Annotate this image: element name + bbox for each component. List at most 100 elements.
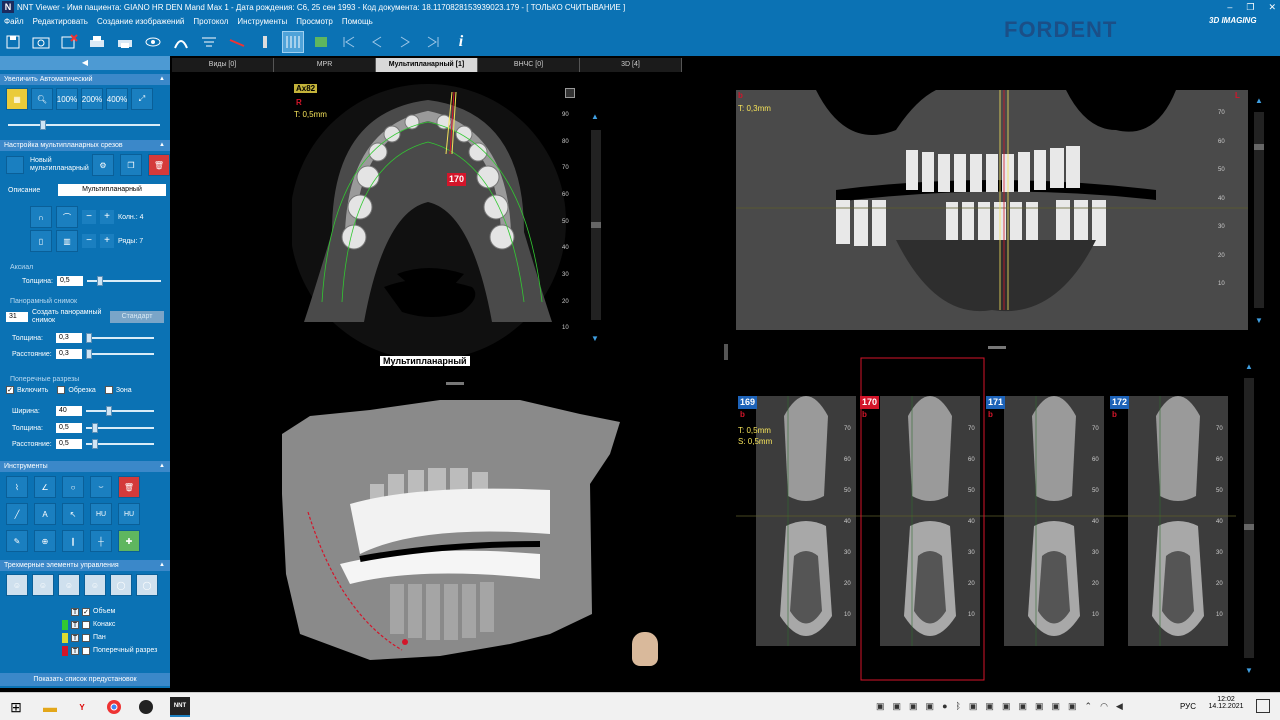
pan-distance-input[interactable]: 0,3 <box>56 349 82 359</box>
pan-scrollbar[interactable] <box>1254 112 1264 308</box>
axial-thickness-slider[interactable] <box>86 276 161 286</box>
notifications-icon[interactable] <box>1256 699 1270 713</box>
tray-icon-10[interactable]: ▣ <box>1035 701 1044 712</box>
head-bottom-icon[interactable]: ◯ <box>110 574 132 596</box>
zoom-400-button[interactable]: 400% <box>106 88 128 110</box>
pan-scroll-up[interactable]: ▲ <box>1254 96 1264 106</box>
chrome-icon[interactable] <box>104 697 124 717</box>
splitter-right[interactable] <box>988 346 1006 349</box>
cross-sections-view[interactable]: 169 b 70 60 50 40 30 20 10 170 b 70 60 50 40 30 20 10 171 b… <box>736 356 1236 682</box>
layer-row[interactable]: T Конакс <box>62 618 157 631</box>
tray-icon-2[interactable]: ▣ <box>893 701 902 712</box>
print-preview-icon[interactable] <box>114 31 136 53</box>
maximize-button[interactable]: ❐ <box>1246 0 1254 14</box>
zoom-fit-icon[interactable]: ⤢ <box>131 88 153 110</box>
axial-view[interactable]: Ax82 R T: 0,5mm 170 Мультипланарный 90 80… <box>292 82 584 372</box>
auto-zoom-icon[interactable]: ▦ <box>6 88 28 110</box>
hu-area-tool-icon[interactable]: HU <box>118 503 140 525</box>
axial-scroll-down[interactable]: ▼ <box>590 334 600 344</box>
save-icon[interactable] <box>2 31 24 53</box>
tab-3d[interactable]: 3D [4] <box>580 58 682 72</box>
pins-tool-icon[interactable]: ∥ <box>62 530 84 552</box>
cols-minus-button[interactable]: − <box>82 210 96 224</box>
menu-file[interactable]: Файл <box>4 17 24 26</box>
chevron-up-icon[interactable]: ⌃ <box>1085 701 1093 712</box>
new-mpr-icon[interactable] <box>6 156 24 174</box>
tray-icon-5[interactable]: ● <box>942 701 947 712</box>
tray-icon-9[interactable]: ▣ <box>1018 701 1027 712</box>
menu-help[interactable]: Помощь <box>342 17 373 26</box>
layer-text-toggle[interactable]: T <box>71 633 79 642</box>
zoom-icon[interactable]: 🔍︎ <box>31 88 53 110</box>
adjust-tool-icon[interactable]: ✎ <box>6 530 28 552</box>
head-front-icon[interactable]: ☺ <box>6 574 28 596</box>
controls3d-section-header[interactable]: Трехмерные элементы управления <box>0 560 170 571</box>
tray-icon-11[interactable]: ▣ <box>1051 701 1060 712</box>
zoom-slider[interactable] <box>8 120 160 130</box>
cross-distance-input[interactable]: 0,5 <box>56 439 82 449</box>
pan-thickness-input[interactable]: 0,3 <box>56 333 82 343</box>
multi-tooth-icon[interactable]: ▥ <box>56 230 78 252</box>
menu-edit[interactable]: Редактировать <box>33 17 88 26</box>
layer-text-toggle[interactable]: T <box>71 607 79 616</box>
menu-create-images[interactable]: Создание изображений <box>97 17 184 26</box>
head-right-icon[interactable]: ☺ <box>58 574 80 596</box>
axis-tool-icon[interactable]: ┼ <box>90 530 112 552</box>
print-icon[interactable] <box>86 31 108 53</box>
arch-shape-icon[interactable]: ∩ <box>30 206 52 228</box>
cross-slice-badge[interactable]: 170 <box>860 396 880 409</box>
tray-icon-12[interactable]: ▣ <box>1068 701 1077 712</box>
mpr-tool-icon[interactable] <box>282 31 304 53</box>
eye-icon[interactable] <box>142 31 164 53</box>
head-back-icon[interactable]: ◯ <box>136 574 158 596</box>
arch-tool-icon[interactable] <box>170 31 192 53</box>
axial-scroll-up[interactable]: ▲ <box>590 112 600 122</box>
circle-tool-icon[interactable]: ○ <box>62 476 84 498</box>
axial-scrollbar[interactable] <box>591 130 601 320</box>
segment-tool-icon[interactable]: ✚ <box>118 530 140 552</box>
info-icon[interactable]: i <box>450 31 472 53</box>
layer-visibility-checkbox[interactable] <box>82 620 90 629</box>
enable-checkbox[interactable]: ✓ <box>6 386 14 394</box>
layer-visibility-checkbox[interactable]: ✓ <box>82 607 90 616</box>
curve-tool-icon[interactable]: ⌣ <box>90 476 112 498</box>
width-slider[interactable] <box>86 406 154 416</box>
rows-plus-button[interactable]: + <box>100 234 114 248</box>
tray-icon-3[interactable]: ▣ <box>909 701 918 712</box>
tray-icon-7[interactable]: ▣ <box>985 701 994 712</box>
language-indicator[interactable]: РУС <box>1180 702 1196 711</box>
panoramic-view[interactable]: b L T: 0,3mm 70 60 50 40 30 20 10 <box>736 90 1248 330</box>
pan-distance-slider[interactable] <box>86 349 154 359</box>
angle-tool-icon[interactable]: ∠ <box>34 476 56 498</box>
layer-text-toggle[interactable]: T <box>71 620 79 629</box>
head-top-icon[interactable]: ☺ <box>84 574 106 596</box>
layer-visibility-checkbox[interactable] <box>82 646 90 655</box>
hu-tool-icon[interactable]: HU <box>90 503 112 525</box>
menu-view[interactable]: Просмотр <box>296 17 333 26</box>
yandex-icon[interactable]: Y <box>72 697 92 717</box>
volume-3d-view[interactable] <box>220 394 678 682</box>
tab-mpr[interactable]: MPR <box>274 58 376 72</box>
delete-measure-icon[interactable]: 🗑︎ <box>118 476 140 498</box>
show-presets-button[interactable]: Показать список предустановок <box>0 673 170 686</box>
tray-icon-6[interactable]: ▣ <box>969 701 978 712</box>
clock[interactable]: 12:02 14.12.2021 <box>1208 696 1244 710</box>
splitter-left[interactable] <box>446 382 464 385</box>
tab-views[interactable]: Виды [0] <box>172 58 274 72</box>
head-left-icon[interactable]: ☺ <box>32 574 54 596</box>
layer-row[interactable]: T Поперечный разрез <box>62 644 157 657</box>
cross-scroll-down[interactable]: ▼ <box>1244 666 1254 676</box>
trash-icon[interactable]: 🗑︎ <box>148 154 170 176</box>
pan-select[interactable]: 31 <box>6 312 28 322</box>
tray-icon-4[interactable]: ▣ <box>926 701 935 712</box>
implant-add-icon[interactable]: ⊕ <box>34 530 56 552</box>
cross-scrollbar[interactable] <box>1244 378 1254 658</box>
curve-shape-icon[interactable]: ⌒ <box>56 206 78 228</box>
cross-distance-slider[interactable] <box>86 439 154 449</box>
splitter-vertical[interactable] <box>724 344 728 360</box>
tools-section-header[interactable]: Инструменты <box>0 461 170 472</box>
layer-visibility-checkbox[interactable] <box>82 633 90 642</box>
nerve-tool-icon[interactable] <box>226 31 248 53</box>
nnt-taskbar-icon[interactable]: NNT <box>170 697 190 717</box>
layer-row[interactable]: T ✓ Объем <box>62 605 157 618</box>
